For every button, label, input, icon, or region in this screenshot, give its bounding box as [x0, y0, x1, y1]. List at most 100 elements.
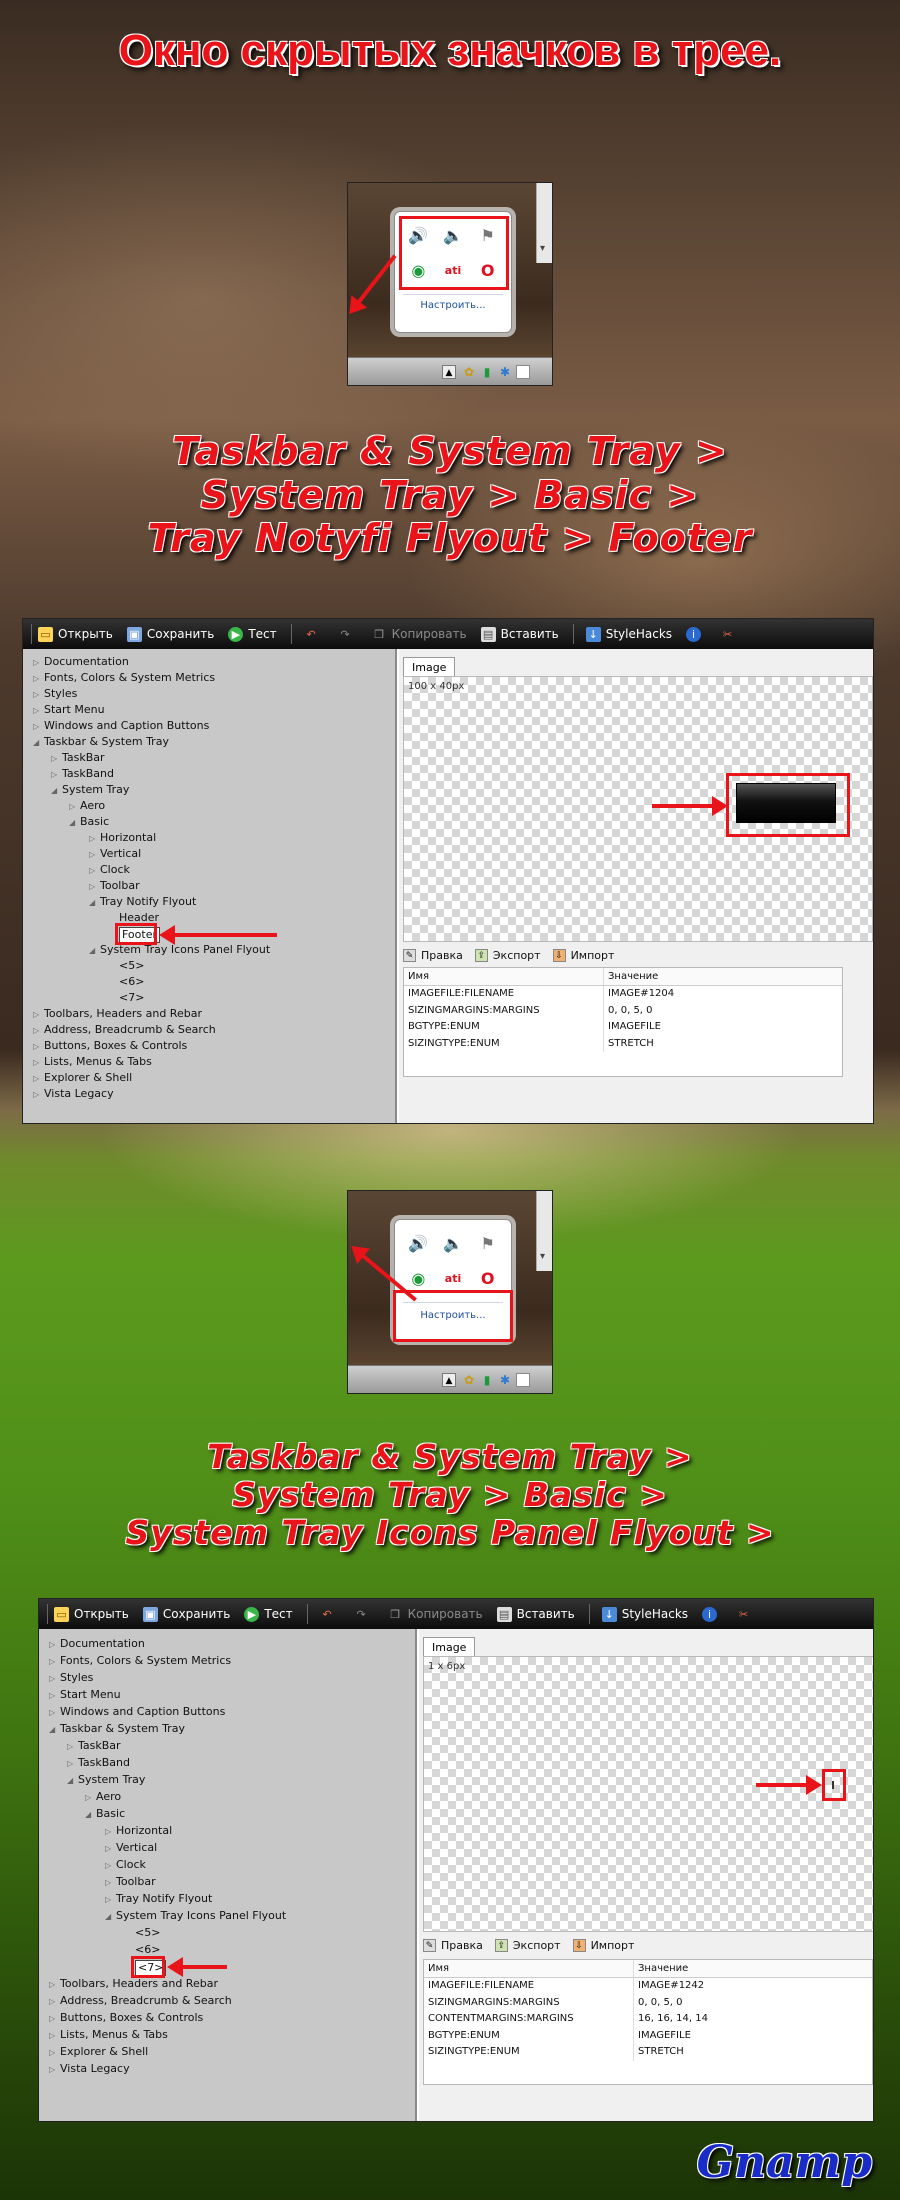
table-row[interactable]: BGTYPE:ENUM IMAGEFILE [424, 2027, 872, 2044]
tree-item-fonts[interactable]: ▷ Fonts, Colors & System Metrics [49, 1654, 231, 1669]
tree-item-start-menu[interactable]: ▷ Start Menu [33, 703, 105, 718]
stylehacks-button[interactable]: ↓ StyleHacks [601, 1606, 688, 1622]
stylehacks-button[interactable]: ↓ StyleHacks [585, 626, 672, 642]
export-button[interactable]: ⇪ Экспорт [474, 948, 541, 962]
tree-item-6[interactable]: <6> [135, 1943, 160, 1957]
tree-item-basic[interactable]: ◢ Basic [85, 1807, 125, 1822]
tree-item-clock[interactable]: ▷ Clock [89, 863, 130, 878]
palette-icon[interactable]: ✿ [462, 365, 476, 379]
tree-item-icons-panel-flyout[interactable]: ◢ System Tray Icons Panel Flyout [105, 1909, 286, 1924]
table-row[interactable]: SIZINGTYPE:ENUM STRETCH [404, 1035, 842, 1052]
volume-muted-icon[interactable]: 🔈 [443, 1234, 463, 1253]
tree-item-windows-caption[interactable]: ▷ Windows and Caption Buttons [49, 1705, 225, 1720]
import-button[interactable]: ⇩ Импорт [552, 948, 614, 962]
tree-item-vista-legacy[interactable]: ▷ Vista Legacy [33, 1087, 114, 1102]
volume-icon[interactable]: 🔊 [408, 1234, 428, 1253]
tree-item-styles[interactable]: ▷ Styles [33, 687, 77, 702]
tree-item-explorer[interactable]: ▷ Explorer & Shell [33, 1071, 132, 1086]
green-tray-icon[interactable]: ▮ [480, 1373, 494, 1387]
tree-item-windows-caption[interactable]: ▷ Windows and Caption Buttons [33, 719, 209, 734]
tree-item-address[interactable]: ▷ Address, Breadcrumb & Search [49, 1994, 232, 2009]
open-button[interactable]: ▭ Открыть [38, 626, 113, 642]
column-name-header[interactable]: Имя [424, 1960, 634, 1977]
tree-item-toolbars-headers[interactable]: ▷ Toolbars, Headers and Rebar [49, 1977, 218, 1992]
opera-icon[interactable]: O [481, 1269, 495, 1288]
scrollbar[interactable] [536, 1191, 552, 1271]
tree-item-tray-notify-flyout[interactable]: ◢ Tray Notify Flyout [89, 895, 196, 910]
table-row[interactable]: IMAGEFILE:FILENAME IMAGE#1242 [424, 1978, 872, 1995]
tree-item-tray-notify-flyout[interactable]: ▷ Tray Notify Flyout [105, 1892, 212, 1907]
info-button[interactable]: i [686, 626, 706, 642]
table-row[interactable]: BGTYPE:ENUM IMAGEFILE [404, 1019, 842, 1036]
table-row[interactable]: IMAGEFILE:FILENAME IMAGE#1204 [404, 986, 842, 1003]
tab-image[interactable]: Image [403, 657, 456, 677]
save-button[interactable]: ▣ Сохранить [142, 1606, 230, 1622]
tree-item-documentation[interactable]: ▷ Documentation [33, 655, 129, 670]
import-button[interactable]: ⇩ Импорт [572, 1938, 634, 1952]
column-value-header[interactable]: Значение [634, 1960, 688, 1977]
ati-icon[interactable]: ati [445, 1272, 461, 1285]
action-center-flag-icon[interactable]: ⚑ [480, 1234, 494, 1253]
tree-item-address[interactable]: ▷ Address, Breadcrumb & Search [33, 1023, 216, 1038]
tree-item-toolbars-headers[interactable]: ▷ Toolbars, Headers and Rebar [33, 1007, 202, 1022]
tree-item-explorer[interactable]: ▷ Explorer & Shell [49, 2045, 148, 2060]
tools-button[interactable]: ✂ [736, 1607, 756, 1622]
redo-button[interactable]: ↷ [338, 627, 358, 642]
bluetooth-icon[interactable]: ✱ [498, 365, 512, 379]
tree-item-vertical[interactable]: ▷ Vertical [105, 1841, 157, 1856]
tools-button[interactable]: ✂ [720, 627, 740, 642]
tree-item-taskband[interactable]: ▷ TaskBand [67, 1756, 130, 1771]
tree-item-vertical[interactable]: ▷ Vertical [89, 847, 141, 862]
palette-icon[interactable]: ✿ [462, 1373, 476, 1387]
tree-item-buttons[interactable]: ▷ Buttons, Boxes & Controls [33, 1039, 187, 1054]
tree-item-horizontal[interactable]: ▷ Horizontal [105, 1824, 172, 1839]
show-hidden-icons-button[interactable]: ▲ [442, 365, 456, 379]
bluetooth-icon[interactable]: ✱ [498, 1373, 512, 1387]
redo-button[interactable]: ↷ [354, 1607, 374, 1622]
table-row[interactable]: SIZINGMARGINS:MARGINS 0, 0, 5, 0 [424, 1994, 872, 2011]
tree-item-fonts[interactable]: ▷ Fonts, Colors & System Metrics [33, 671, 215, 686]
tree-item-basic[interactable]: ◢ Basic [69, 815, 109, 830]
tree-item-taskbar-tray[interactable]: ◢ Taskbar & System Tray [33, 735, 169, 750]
edit-button[interactable]: ✎ Правка [423, 1938, 483, 1952]
save-button[interactable]: ▣ Сохранить [126, 626, 214, 642]
tree-item-icons-panel-flyout[interactable]: ◢ System Tray Icons Panel Flyout [89, 943, 270, 958]
tree-item-start-menu[interactable]: ▷ Start Menu [49, 1688, 121, 1703]
tree-item-horizontal[interactable]: ▷ Horizontal [89, 831, 156, 846]
undo-button[interactable]: ↶ [320, 1607, 340, 1622]
paste-button[interactable]: ▤ Вставить [496, 1606, 575, 1622]
table-row[interactable]: SIZINGTYPE:ENUM STRETCH [424, 2044, 872, 2061]
tree-item-lists[interactable]: ▷ Lists, Menus & Tabs [33, 1055, 152, 1070]
tree-item-taskband[interactable]: ▷ TaskBand [51, 767, 114, 782]
copy-button[interactable]: ❐ Копировать [372, 627, 466, 642]
tree-item-vista-legacy[interactable]: ▷ Vista Legacy [49, 2062, 130, 2077]
customize-link[interactable]: Настроить... [395, 300, 511, 311]
white-square-icon[interactable] [516, 365, 530, 379]
table-row[interactable]: CONTENTMARGINS:MARGINS 16, 16, 14, 14 [424, 2011, 872, 2028]
tree-item-aero[interactable]: ▷ Aero [69, 799, 105, 814]
tree-item-aero[interactable]: ▷ Aero [85, 1790, 121, 1805]
tab-image[interactable]: Image [423, 1637, 476, 1657]
edit-button[interactable]: ✎ Правка [403, 948, 463, 962]
tree-item-toolbar[interactable]: ▷ Toolbar [105, 1875, 156, 1890]
tree-item-documentation[interactable]: ▷ Documentation [49, 1637, 145, 1652]
column-value-header[interactable]: Значение [604, 968, 658, 985]
tree-item-buttons[interactable]: ▷ Buttons, Boxes & Controls [49, 2011, 203, 2026]
tree-item-taskbar-tray[interactable]: ◢ Taskbar & System Tray [49, 1722, 185, 1737]
tree-item-system-tray[interactable]: ◢ System Tray [67, 1773, 145, 1788]
show-hidden-icons-button[interactable]: ▲ [442, 1373, 456, 1387]
tree-item-clock[interactable]: ▷ Clock [105, 1858, 146, 1873]
test-button[interactable]: ▶ Тест [228, 626, 277, 642]
tree-item-5[interactable]: <5> [135, 1926, 160, 1940]
green-circle-icon[interactable]: ◉ [411, 1269, 425, 1288]
open-button[interactable]: ▭ Открыть [54, 1606, 129, 1622]
tree-item-5[interactable]: <5> [119, 959, 144, 973]
undo-button[interactable]: ↶ [304, 627, 324, 642]
tree-item-lists[interactable]: ▷ Lists, Menus & Tabs [49, 2028, 168, 2043]
tree-item-taskbar[interactable]: ▷ TaskBar [67, 1739, 121, 1754]
column-name-header[interactable]: Имя [404, 968, 604, 985]
green-tray-icon[interactable]: ▮ [480, 365, 494, 379]
table-row[interactable]: SIZINGMARGINS:MARGINS 0, 0, 5, 0 [404, 1002, 842, 1019]
copy-button[interactable]: ❐ Копировать [388, 1607, 482, 1622]
tree-item-taskbar[interactable]: ▷ TaskBar [51, 751, 105, 766]
